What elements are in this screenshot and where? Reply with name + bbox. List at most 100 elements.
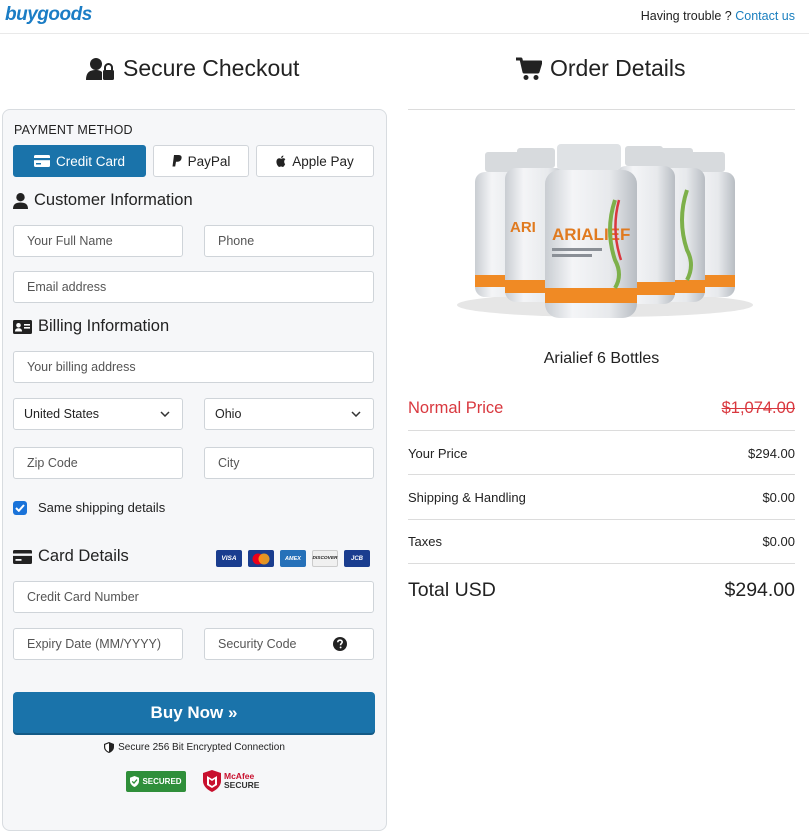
security-code-placeholder: Security Code: [218, 637, 297, 651]
billing-info-title: Billing Information: [13, 317, 169, 336]
shopping-cart-icon: [516, 57, 542, 80]
total-value: $294.00: [724, 578, 796, 601]
order-divider-top: [408, 109, 795, 110]
billing-address-placeholder: Your billing address: [27, 360, 136, 374]
normal-price-label: Normal Price: [408, 398, 504, 417]
credit-card-icon: [13, 549, 32, 564]
normal-price-row: Normal Price $1,074.00: [408, 397, 795, 419]
price-divider: [408, 563, 795, 564]
expiry-date-input[interactable]: Expiry Date (MM/YYYY): [13, 628, 183, 660]
shield-icon: [104, 742, 115, 753]
total-label: Total USD: [408, 578, 496, 601]
total-row: Total USD $294.00: [408, 577, 795, 603]
checkout-panel: PAYMENT METHOD Credit Card PayPal Apple …: [2, 109, 387, 831]
buy-now-label: Buy Now »: [150, 702, 238, 722]
id-card-icon: [13, 319, 32, 334]
credit-card-button[interactable]: Credit Card: [13, 145, 146, 177]
shipping-value: $0.00: [762, 489, 795, 505]
billing-info-label: Billing Information: [38, 317, 170, 335]
city-input[interactable]: City: [204, 447, 374, 479]
taxes-row: Taxes $0.00: [408, 531, 795, 551]
order-title: Order Details: [550, 55, 686, 81]
price-divider: [408, 430, 795, 431]
visa-card-logo: VISA: [216, 550, 242, 567]
mastercard-logo: [248, 550, 274, 567]
paypal-icon: [172, 155, 182, 167]
question-circle-icon[interactable]: [333, 637, 347, 651]
email-placeholder: Email address: [27, 280, 107, 294]
billing-address-input[interactable]: Your billing address: [13, 351, 374, 383]
payment-method-label: PAYMENT METHOD: [14, 123, 133, 137]
your-price-row: Your Price $294.00: [408, 443, 795, 463]
credit-card-icon: [33, 155, 50, 167]
paypal-button[interactable]: PayPal: [153, 145, 249, 177]
logo-text-buy: buy: [5, 4, 38, 25]
state-select[interactable]: Ohio: [204, 398, 374, 430]
taxes-label: Taxes: [408, 533, 442, 549]
mcafee-secure-word: SECURE: [224, 780, 260, 790]
customer-info-title: Customer Information: [13, 191, 193, 210]
user-icon: [13, 192, 28, 209]
shield-check-icon: [130, 776, 140, 787]
help-line: Having trouble ? Contact us: [641, 9, 795, 23]
trouble-text: Having trouble ?: [640, 9, 732, 23]
card-brand-logos: VISA AMEX DISCOVER JCB: [216, 550, 370, 567]
expiry-placeholder: Expiry Date (MM/YYYY): [27, 637, 162, 651]
checkout-title: Secure Checkout: [123, 55, 300, 81]
normal-price-value: $1,074.00: [721, 398, 795, 417]
user-lock-icon: [86, 57, 114, 80]
secure-connection-line: Secure 256 Bit Encrypted Connection: [3, 742, 386, 753]
card-number-input[interactable]: Credit Card Number: [13, 581, 374, 613]
zip-code-input[interactable]: Zip Code: [13, 447, 183, 479]
mastercard-icon: [252, 553, 270, 564]
buygoods-logo[interactable]: buygoods: [5, 4, 92, 26]
card-details-title: Card Details: [13, 547, 129, 566]
amex-text: AMEX: [285, 555, 301, 562]
mcafee-shield-icon: [203, 770, 221, 792]
bottle-label-text: ARIALIEF: [552, 225, 630, 244]
country-value: United States: [24, 407, 100, 421]
security-code-input[interactable]: Security Code: [204, 628, 374, 660]
full-name-input[interactable]: Your Full Name: [13, 225, 183, 257]
bottle-front: ARIALIEF: [545, 144, 637, 318]
chevron-down-icon: [160, 411, 170, 417]
product-bottles-image: ARI F ARIALIEF: [457, 144, 753, 318]
svg-text:ARI: ARI: [510, 219, 536, 236]
city-placeholder: City: [218, 456, 240, 470]
same-shipping-checkbox-row[interactable]: Same shipping details: [13, 500, 165, 515]
apple-pay-label: Apple Pay: [292, 153, 354, 169]
shipping-label: Shipping & Handling: [408, 489, 526, 505]
customer-info-label: Customer Information: [34, 191, 193, 209]
secured-badge-text: SECURED: [142, 777, 182, 786]
your-price-label: Your Price: [408, 445, 468, 461]
discover-text: DISCOVER: [312, 556, 338, 561]
state-value: Ohio: [215, 407, 242, 421]
price-divider: [408, 474, 795, 475]
same-shipping-label: Same shipping details: [38, 500, 166, 515]
discover-card-logo: DISCOVER: [312, 550, 338, 567]
country-select[interactable]: United States: [13, 398, 183, 430]
apple-icon: [276, 155, 286, 167]
credit-card-label: Credit Card: [55, 153, 126, 169]
secured-badge: SECURED: [126, 771, 186, 792]
contact-us-link[interactable]: Contact us: [735, 9, 795, 23]
card-number-placeholder: Credit Card Number: [27, 590, 139, 604]
email-input[interactable]: Email address: [13, 271, 374, 303]
jcb-card-logo: JCB: [344, 550, 370, 567]
your-price-value: $294.00: [748, 445, 795, 461]
taxes-value: $0.00: [762, 533, 795, 549]
phone-input[interactable]: Phone: [204, 225, 374, 257]
full-name-placeholder: Your Full Name: [27, 234, 113, 248]
zip-placeholder: Zip Code: [27, 456, 78, 470]
same-shipping-checkbox[interactable]: [13, 500, 27, 515]
secure-connection-text: Secure 256 Bit Encrypted Connection: [118, 742, 285, 753]
visa-text: VISA: [221, 555, 237, 562]
phone-placeholder: Phone: [218, 234, 255, 248]
jcb-text: JCB: [350, 555, 363, 562]
amex-card-logo: AMEX: [280, 550, 306, 567]
card-details-label: Card Details: [38, 547, 129, 565]
mcafee-secure-badge: McAfee SECURE: [203, 769, 259, 793]
price-divider: [408, 519, 795, 520]
buy-now-button[interactable]: Buy Now »: [13, 692, 375, 733]
apple-pay-button[interactable]: Apple Pay: [256, 145, 374, 177]
